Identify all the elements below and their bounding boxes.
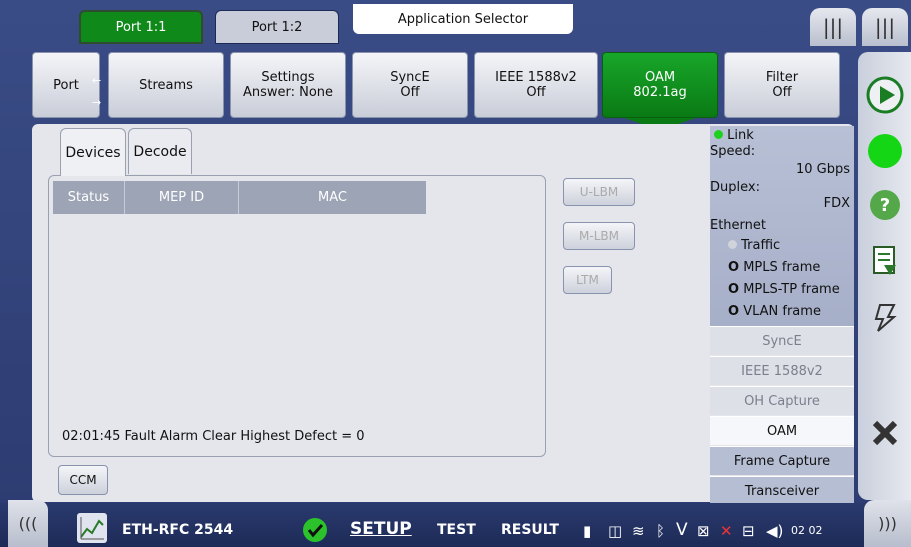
tab-devices[interactable]: Devices xyxy=(60,128,126,176)
ccm-button[interactable]: CCM xyxy=(58,465,108,495)
filter-button[interactable]: Filter Off xyxy=(724,52,840,118)
bluetooth-icon: ᛒ xyxy=(656,522,666,540)
oam-button[interactable]: OAM 802.1ag xyxy=(602,52,718,118)
transceiver-button[interactable]: Transceiver xyxy=(710,476,854,505)
port-button[interactable]: Port xyxy=(32,52,100,118)
help-icon[interactable]: ? xyxy=(858,180,911,230)
ieee-1588v2-button[interactable]: IEEE 1588v2 Off xyxy=(474,52,598,118)
duplex-value: FDX xyxy=(823,196,850,211)
test-tab[interactable]: TEST xyxy=(437,522,476,538)
traffic-led-icon xyxy=(728,240,737,249)
battery-icon: ▮ xyxy=(583,522,592,540)
setup-tab[interactable]: SETUP xyxy=(350,519,412,539)
tab-decode[interactable]: Decode xyxy=(128,128,192,174)
app-name: ETH-RFC 2544 xyxy=(122,522,234,538)
oh-capture-button[interactable]: OH Capture xyxy=(710,386,854,415)
ethernet-label: Ethernet xyxy=(710,218,766,233)
svg-text:?: ? xyxy=(879,195,889,216)
mplstp-label: MPLS-TP frame xyxy=(743,282,840,297)
duplex-label: Duplex: xyxy=(710,180,760,195)
devices-panel xyxy=(48,175,546,457)
arrow-left-icon: ← xyxy=(92,74,102,87)
frame-capture-button[interactable]: Frame Capture xyxy=(710,446,854,475)
remote-error-icon: ✕ xyxy=(720,522,733,540)
script-icon[interactable] xyxy=(858,292,911,342)
settings-button[interactable]: Settings Answer: None xyxy=(230,52,346,118)
speed-label: Speed: xyxy=(710,144,756,159)
network-error-icon: ⊠ xyxy=(697,522,710,540)
menu-icon-secondary[interactable]: ||| xyxy=(862,8,908,46)
link-led-icon xyxy=(714,130,723,139)
collapse-left-button[interactable]: ((( xyxy=(8,500,48,547)
collapse-right-button[interactable]: ))) xyxy=(864,500,911,547)
traffic-label: Traffic xyxy=(741,238,781,253)
v-icon: V xyxy=(676,520,688,540)
oam-status-button[interactable]: OAM xyxy=(710,416,854,445)
mpls-label: MPLS frame xyxy=(743,260,821,275)
u-lbm-button[interactable]: U-LBM xyxy=(563,178,635,206)
mpls-indicator-icon: O xyxy=(728,260,740,275)
col-mac[interactable]: MAC xyxy=(239,181,426,214)
start-icon[interactable] xyxy=(858,70,911,120)
application-selector-button[interactable]: Application Selector xyxy=(353,4,573,34)
fault-status-text: 02:01:45 Fault Alarm Clear Highest Defec… xyxy=(62,429,365,444)
status-panel: Link Speed: 10 Gbps Duplex: FDX Ethernet… xyxy=(710,126,854,505)
vlan-label: VLAN frame xyxy=(743,304,821,319)
result-tab[interactable]: RESULT xyxy=(501,522,559,538)
link-status-block: Link Speed: 10 Gbps Duplex: FDX Ethernet… xyxy=(710,126,854,326)
col-mep-id[interactable]: MEP ID xyxy=(125,181,239,214)
status-led-icon xyxy=(858,124,911,178)
lan-error-icon: ⊟ xyxy=(742,522,755,540)
port-1-1-tab[interactable]: Port 1:1 xyxy=(79,10,203,44)
m-lbm-button[interactable]: M-LBM xyxy=(563,222,635,250)
port-1-2-tab[interactable]: Port 1:2 xyxy=(215,10,339,44)
mplstp-indicator-icon: O xyxy=(728,282,740,297)
ieee-status-button[interactable]: IEEE 1588v2 xyxy=(710,356,854,385)
synce-button[interactable]: SyncE Off xyxy=(352,52,468,118)
vlan-indicator-icon: O xyxy=(728,304,740,319)
synce-status-button[interactable]: SyncE xyxy=(710,326,854,355)
menu-icon[interactable]: ||| xyxy=(810,8,856,46)
side-toolbar: ? xyxy=(858,52,911,500)
streams-button[interactable]: Streams xyxy=(108,52,224,118)
speaker-icon[interactable]: ◀) xyxy=(766,522,783,540)
clock: 02 02 xyxy=(791,524,823,537)
app-chart-icon[interactable] xyxy=(77,513,107,543)
report-icon[interactable] xyxy=(858,236,911,286)
link-label: Link xyxy=(727,128,754,143)
col-status[interactable]: Status xyxy=(53,181,125,214)
ltm-button[interactable]: LTM xyxy=(563,266,612,294)
devices-table-header: Status MEP ID MAC xyxy=(53,181,426,214)
arrow-right-icon: → xyxy=(92,96,102,109)
close-icon[interactable] xyxy=(858,408,911,458)
speed-value: 10 Gbps xyxy=(795,162,850,177)
wifi-icon: ≋ xyxy=(632,522,645,540)
check-icon xyxy=(302,517,328,547)
usb-icon: ◫ xyxy=(608,522,623,540)
